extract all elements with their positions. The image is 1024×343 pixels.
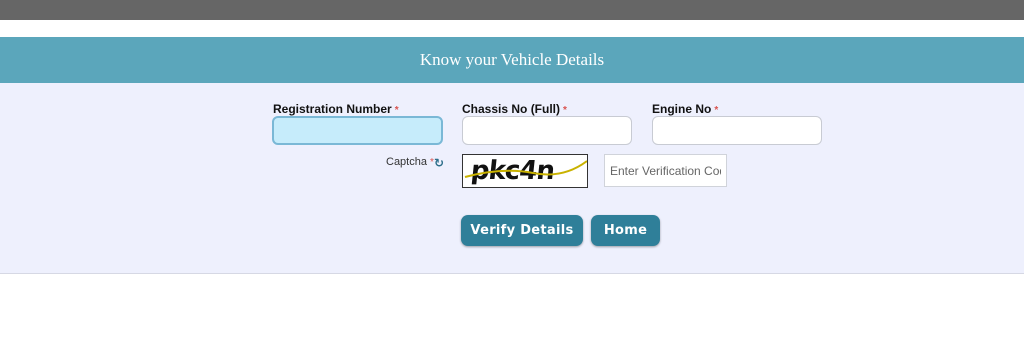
captcha-label-text: Captcha	[386, 156, 427, 168]
home-button[interactable]: Home	[591, 215, 660, 246]
page-title: Know your Vehicle Details	[419, 50, 605, 69]
required-mark: *	[563, 105, 567, 116]
chassis-no-label-text: Chassis No (Full)	[462, 102, 561, 116]
panel-header: Know your Vehicle Details	[0, 37, 1024, 83]
registration-number-input[interactable]	[272, 116, 443, 145]
required-mark: *	[714, 105, 719, 116]
captcha-image: pkc4n	[462, 154, 588, 188]
engine-no-label-text: Engine No	[652, 102, 712, 116]
registration-number-label: Registration Number *	[273, 102, 399, 116]
required-mark: *	[394, 105, 399, 116]
verify-details-button[interactable]: Verify Details	[461, 215, 583, 246]
chassis-no-input[interactable]	[462, 116, 632, 145]
engine-no-label: Engine No *	[652, 102, 718, 116]
vehicle-details-panel: Know your Vehicle Details Registration N…	[0, 37, 1024, 274]
verification-code-input[interactable]	[604, 154, 727, 187]
captcha-label: Captcha *	[386, 156, 434, 168]
refresh-icon[interactable]: ↻	[434, 156, 444, 170]
registration-number-label-text: Registration Number	[273, 102, 392, 116]
chassis-no-label: Chassis No (Full) *	[462, 102, 567, 116]
engine-no-input[interactable]	[652, 116, 822, 145]
top-bar	[0, 0, 1024, 20]
captcha-noise-line	[464, 160, 587, 178]
